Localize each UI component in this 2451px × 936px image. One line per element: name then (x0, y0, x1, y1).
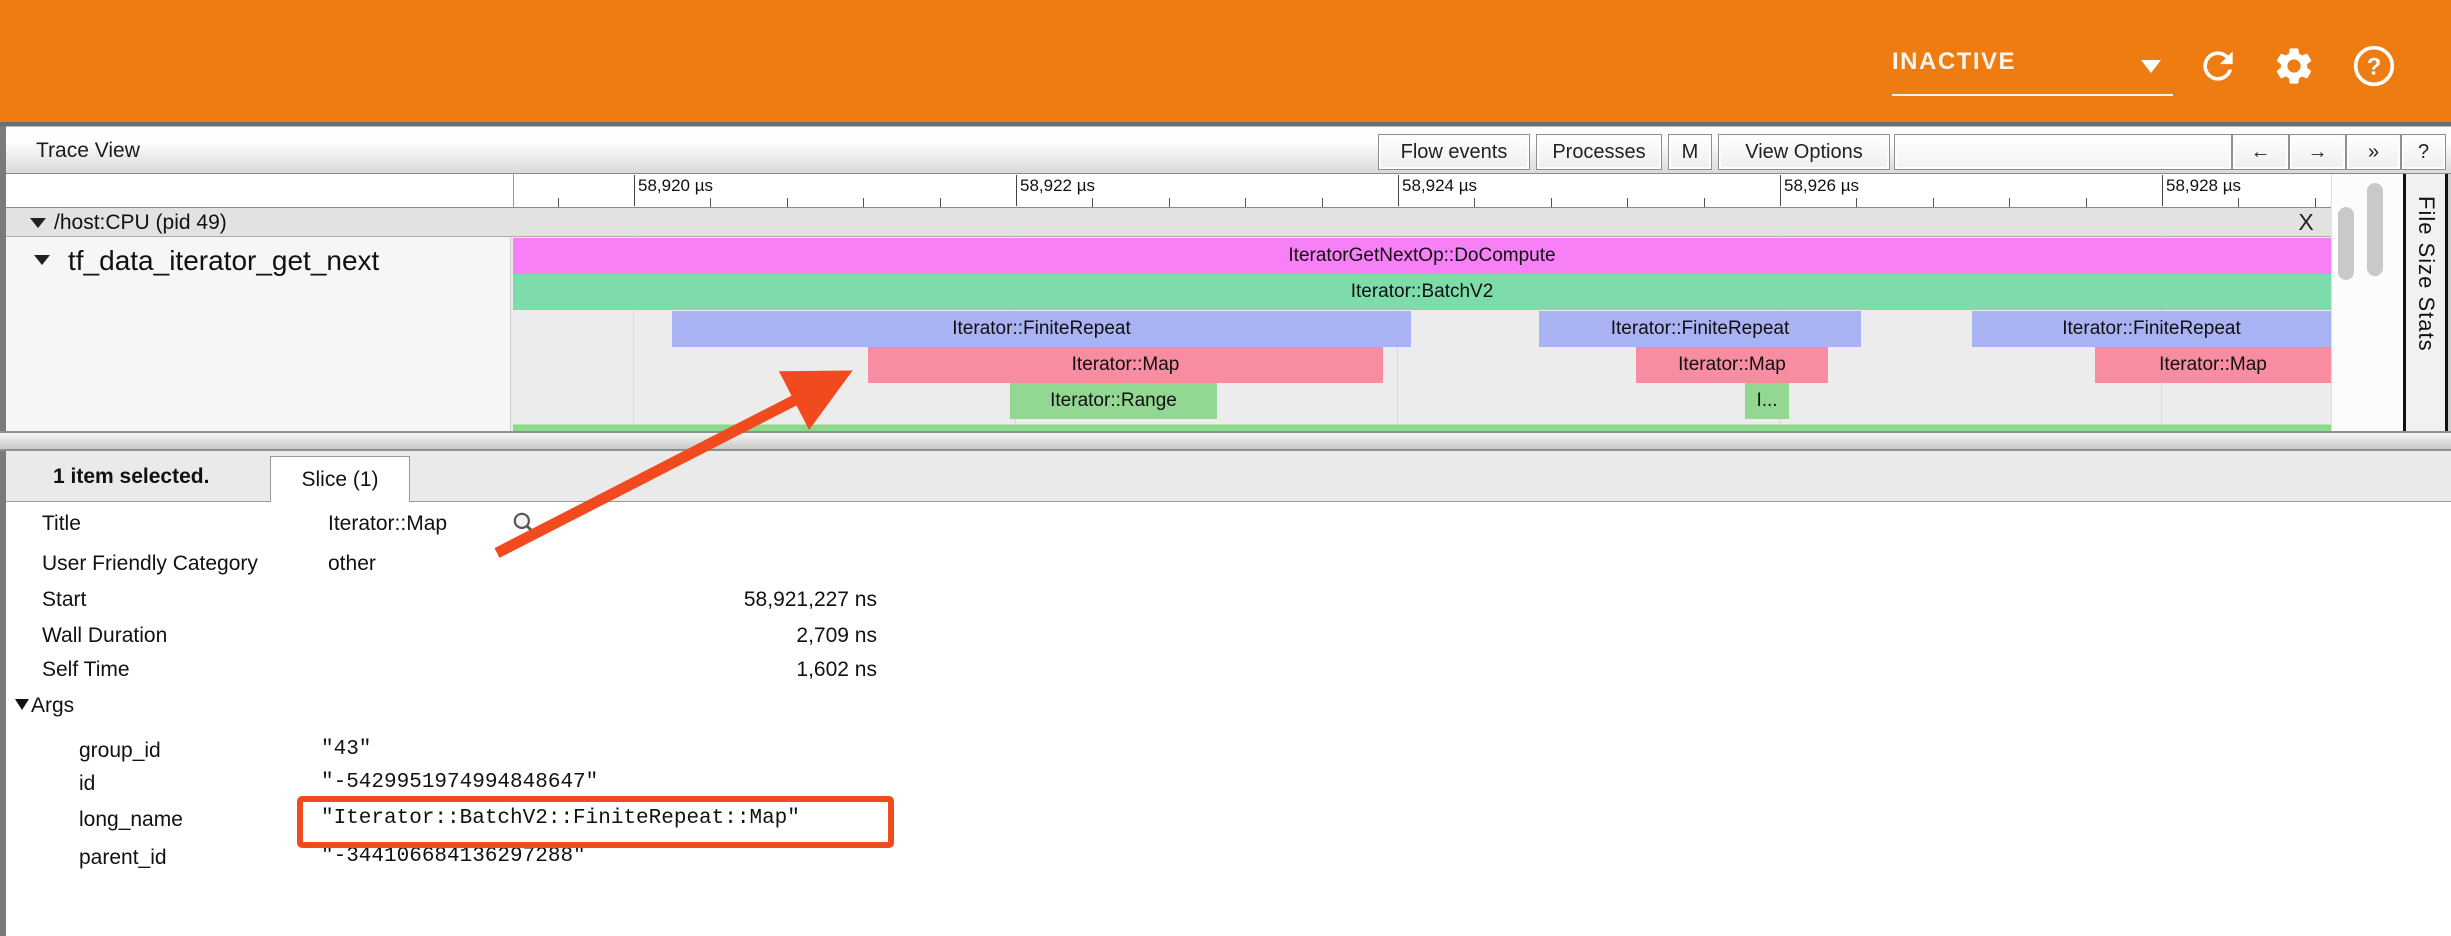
axis-minor-tick (558, 198, 559, 207)
slice-batch-v2[interactable]: Iterator::BatchV2 (513, 274, 2331, 310)
clipped-next-row (513, 424, 2331, 431)
axis-minor-tick (1322, 198, 1323, 207)
axis-minor-tick (2009, 198, 2010, 207)
axis-minor-tick (1551, 198, 1552, 207)
track-name: tf_data_iterator_get_next (68, 245, 379, 277)
collapse-args-icon[interactable] (15, 699, 29, 710)
detail-label-category: User Friendly Category (42, 552, 258, 576)
trace-view-title: Trace View (36, 139, 140, 163)
axis-tick-label: 58,926 µs (1784, 176, 1859, 196)
arg-value-parent-id: "-344106684136297288" (321, 845, 586, 868)
axis-tick-label: 58,920 µs (638, 176, 713, 196)
slice-finite-repeat[interactable]: Iterator::FiniteRepeat (672, 311, 1411, 347)
track-title-row[interactable]: tf_data_iterator_get_next (6, 239, 511, 283)
detail-label-wall-duration: Wall Duration (42, 624, 167, 648)
tab-slice[interactable]: Slice (1) (270, 456, 410, 502)
run-status-value: INACTIVE (1892, 48, 2016, 76)
toolbar-help-button[interactable]: ? (2401, 134, 2446, 170)
file-size-stats-label: File Size Stats (2413, 196, 2439, 352)
arg-key-group-id: group_id (79, 739, 161, 763)
right-gutter (2331, 174, 2403, 431)
axis-minor-tick (787, 198, 788, 207)
metadata-button[interactable]: M (1668, 134, 1712, 170)
detail-value-category: other (328, 552, 376, 576)
axis-minor-tick (1627, 198, 1628, 207)
find-next-button[interactable]: → (2289, 134, 2346, 170)
axis-tick-label: 58,922 µs (1020, 176, 1095, 196)
detail-label-start: Start (42, 588, 86, 612)
axis-tick-label: 58,924 µs (1402, 176, 1477, 196)
arg-key-id: id (79, 772, 95, 796)
arg-value-id: "-5429951974994848647" (321, 771, 598, 794)
time-ruler-row: 58,920 µs 58,922 µs 58,924 µs 58,926 µs … (6, 174, 2331, 207)
axis-minor-tick (1245, 198, 1246, 207)
axis-minor-tick (1856, 198, 1857, 207)
slice-do-compute[interactable]: IteratorGetNextOp::DoCompute (513, 238, 2331, 274)
help-circle-icon[interactable]: ? (2352, 44, 2396, 88)
detail-value-wall-duration: 2,709 ns (328, 624, 877, 648)
time-ruler: 58,920 µs 58,922 µs 58,924 µs 58,926 µs … (513, 174, 2331, 207)
detail-value-start: 58,921,227 ns (328, 588, 877, 612)
details-tabbar: 1 item selected. Slice (1) (6, 451, 2451, 502)
slice-range[interactable]: Iterator::Range (1010, 383, 1217, 419)
close-track-button[interactable]: X (2291, 209, 2321, 237)
file-size-stats-tab[interactable]: File Size Stats (2403, 174, 2448, 431)
trace-viewer-app: INACTIVE ? Trace View Flow events Proces… (0, 0, 2451, 936)
more-tools-button[interactable]: » (2346, 134, 2401, 170)
axis-minor-tick (863, 198, 864, 207)
collapse-track-icon[interactable] (34, 255, 50, 265)
collapse-process-icon[interactable] (30, 218, 46, 228)
track-body: tf_data_iterator_get_next IteratorGetNex… (6, 237, 2331, 431)
slice-truncated[interactable]: I... (1745, 383, 1789, 419)
axis-minor-tick (2238, 198, 2239, 207)
arg-key-long-name: long_name (79, 808, 183, 832)
arg-key-parent-id: parent_id (79, 846, 167, 870)
axis-minor-tick (940, 198, 941, 207)
slice-finite-repeat[interactable]: Iterator::FiniteRepeat (1539, 311, 1861, 347)
details-panel: Title Iterator::Map User Friendly Catego… (6, 502, 2451, 936)
vertical-scrollbar-thumb[interactable] (2367, 183, 2383, 276)
arg-value-group-id: "43" (321, 738, 371, 761)
selection-status: 1 item selected. (53, 465, 209, 489)
app-header: INACTIVE ? (0, 0, 2451, 122)
processes-button[interactable]: Processes (1536, 134, 1662, 170)
axis-tick-label: 58,928 µs (2166, 176, 2241, 196)
svg-text:?: ? (2367, 53, 2382, 80)
axis-minor-tick (710, 198, 711, 207)
track-label-panel: tf_data_iterator_get_next (6, 237, 511, 431)
slice-map[interactable]: Iterator::Map (1636, 347, 1828, 383)
process-header-row[interactable]: /host:CPU (pid 49) X (6, 207, 2331, 237)
axis-minor-tick (2315, 198, 2316, 207)
gear-icon[interactable] (2272, 44, 2316, 88)
slice-map-selected[interactable]: Iterator::Map (868, 347, 1383, 383)
axis-minor-tick (1704, 198, 1705, 207)
view-options-button[interactable]: View Options (1718, 134, 1890, 170)
find-previous-button[interactable]: ← (2232, 134, 2289, 170)
run-status-dropdown[interactable]: INACTIVE (1892, 44, 2173, 96)
timeline-canvas: IteratorGetNextOp::DoCompute Iterator::B… (513, 237, 2331, 431)
axis-minor-tick (1474, 198, 1475, 207)
axis-minor-tick (1169, 198, 1170, 207)
arg-value-long-name: "Iterator::BatchV2::FiniteRepeat::Map" (321, 807, 800, 830)
args-section-header: Args (15, 694, 74, 718)
vertical-scrollbar-thumb[interactable] (2338, 207, 2354, 280)
process-header-label: /host:CPU (pid 49) (54, 211, 227, 235)
axis-minor-tick (1933, 198, 1934, 207)
detail-label-title: Title (42, 512, 81, 536)
slice-finite-repeat[interactable]: Iterator::FiniteRepeat (1972, 311, 2331, 347)
find-input[interactable] (1894, 134, 2232, 170)
trace-toolbar: Trace View Flow events Processes M View … (6, 126, 2451, 174)
panel-splitter[interactable] (0, 431, 2451, 451)
chevron-down-icon (2141, 60, 2161, 73)
axis-minor-tick (2086, 198, 2087, 207)
detail-value-self-time: 1,602 ns (328, 658, 877, 682)
search-icon[interactable] (511, 510, 537, 536)
refresh-icon[interactable] (2196, 44, 2240, 88)
slice-map[interactable]: Iterator::Map (2095, 347, 2331, 383)
detail-label-self-time: Self Time (42, 658, 130, 682)
detail-value-title: Iterator::Map (328, 512, 447, 536)
flow-events-button[interactable]: Flow events (1378, 134, 1530, 170)
axis-minor-tick (1092, 198, 1093, 207)
